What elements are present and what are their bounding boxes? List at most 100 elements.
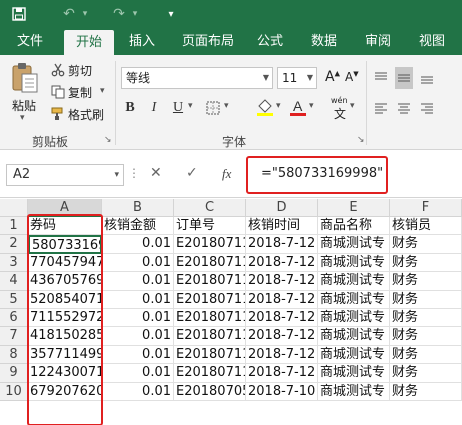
align-left-icon[interactable] [372,97,390,119]
table-cell[interactable]: E20180711 [174,272,246,291]
table-cell[interactable]: 财务 [390,290,462,309]
row-header[interactable]: 7 [0,327,28,346]
borders-dropdown-icon[interactable]: ▾ [224,101,229,111]
table-cell[interactable]: 2018-7-12 [246,364,318,383]
table-cell[interactable]: 2018-7-12 [246,309,318,328]
font-color-icon[interactable]: A [288,96,308,118]
table-cell[interactable]: 2018-7-12 [246,290,318,309]
table-cell[interactable]: 0.01 [102,345,174,365]
customize-toolbar-icon[interactable]: ▾ [160,4,182,24]
table-cell[interactable]: 0.01 [102,382,174,401]
table-cell[interactable]: 2018-7-12 [246,345,318,365]
paste-button-label[interactable]: 粘贴 [12,97,36,114]
tab-data[interactable]: 数据 [306,28,342,55]
row-header[interactable]: 10 [0,382,28,401]
table-cell[interactable]: 711552972 [28,309,102,328]
align-top-icon[interactable] [372,67,390,89]
table-cell[interactable]: 财务 [390,253,462,273]
paste-icon[interactable] [8,61,42,95]
header-cell[interactable]: 核销员 [390,217,462,236]
table-cell[interactable]: 0.01 [102,327,174,346]
undo-dropdown-icon[interactable]: ▾ [74,4,96,24]
column-header-d[interactable]: D [246,199,318,217]
fill-color-dropdown-icon[interactable]: ▾ [276,101,281,111]
table-cell[interactable]: 436705769 [28,272,102,291]
table-cell[interactable]: E20180711 [174,290,246,309]
table-cell[interactable]: E20180705 [174,382,246,401]
formula-input[interactable]: ="580733169998" [253,164,462,186]
table-cell[interactable]: 0.01 [102,290,174,309]
table-cell[interactable]: 商城测试专 [318,235,390,254]
cut-button[interactable]: 剪切 [68,62,92,79]
name-box-dropdown-icon[interactable]: ▾ [114,165,119,185]
font-name-dropdown-icon[interactable]: ▼ [263,68,269,88]
tab-home[interactable]: 开始 [64,30,114,55]
column-header-a[interactable]: A [28,199,102,217]
row-header[interactable]: 9 [0,364,28,383]
scissors-icon[interactable] [50,62,66,78]
table-cell[interactable]: 122430071 [28,364,102,383]
header-cell[interactable]: 订单号 [174,217,246,236]
table-cell[interactable]: 679207620 [28,382,102,401]
table-cell[interactable]: 财务 [390,345,462,365]
align-center-icon[interactable] [395,97,413,119]
decrease-font-size-icon[interactable]: A▼ [345,70,359,84]
phonetic-dropdown-icon[interactable]: ▾ [350,101,355,111]
table-cell[interactable]: 770457947 [28,253,102,273]
align-right-icon[interactable] [418,97,436,119]
underline-dropdown-icon[interactable]: ▾ [188,101,193,111]
row-header[interactable]: 6 [0,309,28,328]
align-middle-icon[interactable] [395,67,413,89]
table-cell[interactable]: 0.01 [102,364,174,383]
row-header[interactable]: 4 [0,272,28,291]
table-cell[interactable]: 2018-7-12 [246,253,318,273]
table-cell[interactable]: 财务 [390,235,462,254]
table-cell[interactable]: E20180711 [174,364,246,383]
table-cell[interactable]: 商城测试专 [318,364,390,383]
fill-color-icon[interactable] [255,96,275,118]
table-cell[interactable]: 0.01 [102,253,174,273]
align-bottom-icon[interactable] [418,67,436,89]
header-cell[interactable]: 核销金额 [102,217,174,236]
copy-button[interactable]: 复制 [68,84,92,101]
row-header[interactable]: 3 [0,253,28,273]
header-cell[interactable]: 券码 [28,217,102,236]
table-cell[interactable]: 财务 [390,364,462,383]
table-cell[interactable]: 财务 [390,309,462,328]
header-cell[interactable]: 商品名称 [318,217,390,236]
italic-icon[interactable]: I [145,97,163,119]
table-cell[interactable]: 580733169 [28,235,102,254]
row-header[interactable]: 8 [0,345,28,365]
table-cell[interactable]: E20180711 [174,309,246,328]
select-all-corner[interactable] [0,199,28,217]
redo-dropdown-icon[interactable]: ▾ [124,4,146,24]
bold-icon[interactable]: B [121,97,139,119]
clipboard-launcher-icon[interactable]: ↘ [104,135,112,145]
row-header[interactable]: 5 [0,290,28,309]
insert-function-icon[interactable]: fx [222,166,231,182]
underline-icon[interactable]: U [169,97,187,119]
column-header-c[interactable]: C [174,199,246,217]
format-painter-icon[interactable] [50,106,66,122]
column-header-b[interactable]: B [102,199,174,217]
table-cell[interactable]: 商城测试专 [318,290,390,309]
tab-file[interactable]: 文件 [8,28,52,55]
paste-dropdown-icon[interactable]: ▾ [20,113,25,123]
tab-formulas[interactable]: 公式 [252,28,288,55]
copy-icon[interactable] [50,84,66,100]
enter-icon[interactable]: ✓ [186,165,198,181]
table-cell[interactable]: E20180711 [174,235,246,254]
increase-font-size-icon[interactable]: A▲ [325,69,340,85]
table-cell[interactable]: 商城测试专 [318,309,390,328]
table-cell[interactable]: 2018-7-10 [246,382,318,401]
tab-view[interactable]: 视图 [414,28,450,55]
borders-icon[interactable] [204,99,222,117]
tab-insert[interactable]: 插入 [124,28,160,55]
table-cell[interactable]: 财务 [390,327,462,346]
table-cell[interactable]: 357711499 [28,345,102,365]
column-header-f[interactable]: F [390,199,462,217]
header-cell[interactable]: 核销时间 [246,217,318,236]
table-cell[interactable]: 2018-7-12 [246,272,318,291]
table-cell[interactable]: 商城测试专 [318,327,390,346]
table-cell[interactable]: 商城测试专 [318,345,390,365]
